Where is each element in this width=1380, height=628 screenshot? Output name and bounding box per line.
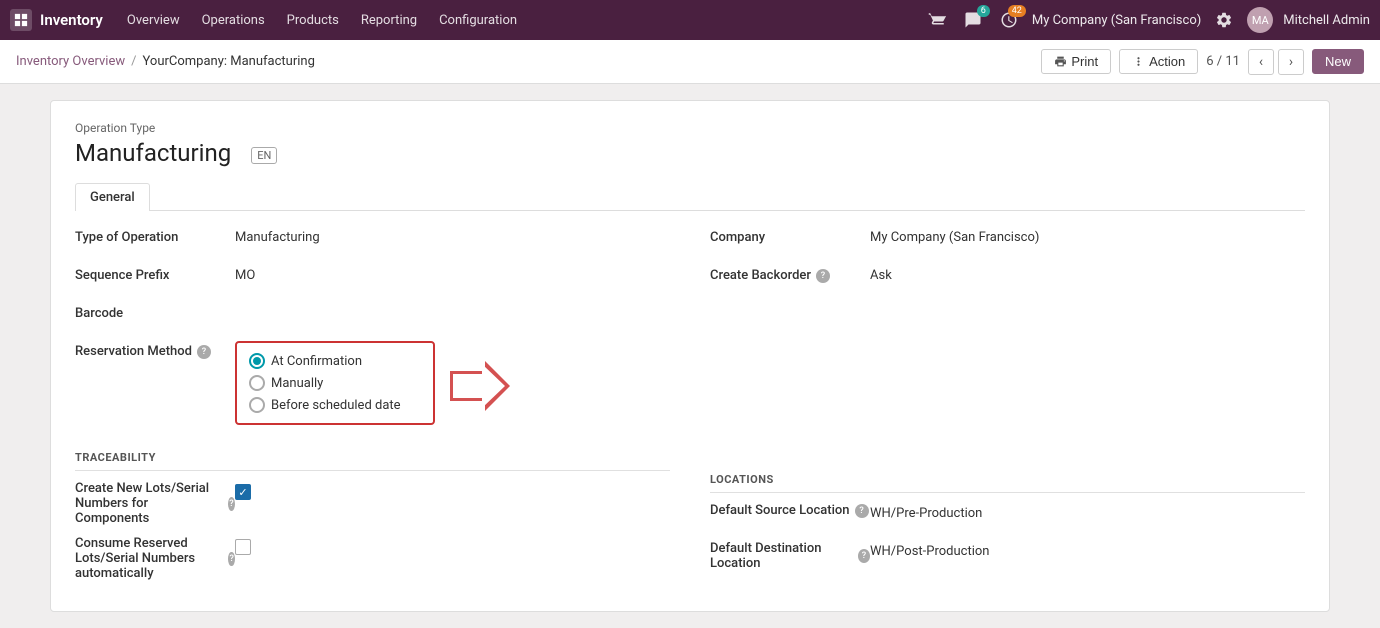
radio-circle-manually [249, 375, 265, 391]
clock-badge: 42 [1008, 5, 1026, 17]
operation-type-label: Operation Type [75, 121, 1305, 135]
create-lots-label: Create New Lots/Serial Numbers for Compo… [75, 481, 235, 526]
menu-products[interactable]: Products [277, 9, 349, 32]
clock-icon[interactable]: 42 [996, 7, 1022, 33]
type-of-operation-value: Manufacturing [235, 227, 670, 245]
default-source-value: WH/Pre-Production [870, 503, 1305, 521]
default-source-row: Default Source Location ? WH/Pre-Product… [710, 503, 1305, 531]
breadcrumb-actions: Print Action 6 / 11 ‹ › New [1041, 49, 1364, 75]
prev-page-button[interactable]: ‹ [1248, 49, 1274, 75]
radio-manually[interactable]: Manually [249, 375, 421, 391]
default-dest-row: Default Destination Location ? WH/Post-P… [710, 541, 1305, 571]
page-info: 6 / 11 [1206, 54, 1240, 69]
shop-icon[interactable] [924, 7, 950, 33]
left-column: Type of Operation Manufacturing Sequence… [75, 227, 670, 591]
consume-lots-empty-box[interactable] [235, 539, 251, 555]
type-of-operation-label: Type of Operation [75, 227, 235, 245]
top-menu: Overview Operations Products Reporting C… [117, 9, 527, 32]
default-dest-label: Default Destination Location ? [710, 541, 870, 571]
sequence-prefix-row: Sequence Prefix MO [75, 265, 670, 293]
reservation-method-box: At Confirmation Manually Before schedule… [235, 341, 435, 425]
default-source-label: Default Source Location ? [710, 503, 870, 518]
menu-overview[interactable]: Overview [117, 9, 190, 32]
create-lots-checkbox[interactable] [235, 481, 670, 500]
lang-badge[interactable]: EN [251, 147, 277, 164]
company-name: My Company (San Francisco) [1032, 13, 1201, 28]
consume-lots-label: Consume Reserved Lots/Serial Numbers aut… [75, 536, 235, 581]
type-of-operation-row: Type of Operation Manufacturing [75, 227, 670, 255]
breadcrumb-parent[interactable]: Inventory Overview [16, 54, 125, 69]
source-help-icon[interactable]: ? [855, 504, 869, 518]
menu-configuration[interactable]: Configuration [429, 9, 527, 32]
chat-badge: 6 [977, 5, 990, 17]
annotation-arrow [450, 361, 510, 415]
menu-reporting[interactable]: Reporting [351, 9, 427, 32]
default-dest-value: WH/Post-Production [870, 541, 1305, 559]
settings-icon[interactable] [1211, 7, 1237, 33]
barcode-value [235, 303, 670, 306]
traceability-section-header: TRACEABILITY [75, 451, 670, 471]
main-area: Operation Type Manufacturing EN General … [0, 84, 1380, 628]
company-value: My Company (San Francisco) [870, 227, 1305, 245]
reservation-method-label: Reservation Method ? [75, 341, 235, 359]
locations-section-header: LOCATIONS [710, 473, 1305, 493]
radio-circle-scheduled [249, 397, 265, 413]
top-navigation: Inventory Overview Operations Products R… [0, 0, 1380, 40]
app-logo[interactable] [10, 9, 32, 31]
breadcrumb-bar: Inventory Overview / YourCompany: Manufa… [0, 40, 1380, 84]
radio-circle-confirmation [249, 353, 265, 369]
menu-operations[interactable]: Operations [192, 9, 275, 32]
create-lots-checked-box[interactable] [235, 484, 251, 500]
form-card: Operation Type Manufacturing EN General … [50, 100, 1330, 612]
form-tabs: General [75, 183, 1305, 211]
create-backorder-value: Ask [870, 265, 1305, 283]
user-name: Mitchell Admin [1283, 13, 1370, 28]
dest-help-icon[interactable]: ? [858, 549, 870, 563]
form-title: Manufacturing [75, 139, 231, 167]
right-column: Company My Company (San Francisco) Creat… [710, 227, 1305, 591]
breadcrumb-current: YourCompany: Manufacturing [143, 54, 315, 69]
create-backorder-row: Create Backorder ? Ask [710, 265, 1305, 293]
radio-at-confirmation[interactable]: At Confirmation [249, 353, 421, 369]
barcode-label: Barcode [75, 303, 235, 321]
consume-lots-row: Consume Reserved Lots/Serial Numbers aut… [75, 536, 670, 581]
sequence-prefix-value: MO [235, 265, 670, 283]
page-nav: 6 / 11 ‹ › [1206, 49, 1304, 75]
action-button[interactable]: Action [1119, 49, 1198, 74]
backorder-help-icon[interactable]: ? [816, 269, 830, 283]
form-body: Type of Operation Manufacturing Sequence… [75, 227, 1305, 591]
create-lots-help-icon[interactable]: ? [228, 497, 235, 511]
tab-general[interactable]: General [75, 183, 150, 211]
consume-lots-checkbox[interactable] [235, 536, 670, 555]
barcode-row: Barcode [75, 303, 670, 331]
create-backorder-label: Create Backorder ? [710, 265, 870, 283]
company-label: Company [710, 227, 870, 245]
create-lots-row: Create New Lots/Serial Numbers for Compo… [75, 481, 670, 526]
app-name[interactable]: Inventory [40, 11, 103, 29]
radio-before-scheduled[interactable]: Before scheduled date [249, 397, 421, 413]
new-button[interactable]: New [1312, 49, 1364, 74]
breadcrumb-separator: / [131, 54, 136, 69]
next-page-button[interactable]: › [1278, 49, 1304, 75]
print-button[interactable]: Print [1041, 49, 1111, 74]
company-row: Company My Company (San Francisco) [710, 227, 1305, 255]
breadcrumb: Inventory Overview / YourCompany: Manufa… [16, 54, 1041, 69]
sequence-prefix-label: Sequence Prefix [75, 265, 235, 283]
reservation-method-row: Reservation Method ? At Confirmation Man… [75, 341, 670, 435]
chat-icon[interactable]: 6 [960, 7, 986, 33]
reservation-help-icon[interactable]: ? [197, 345, 211, 359]
avatar[interactable]: MA [1247, 7, 1273, 33]
